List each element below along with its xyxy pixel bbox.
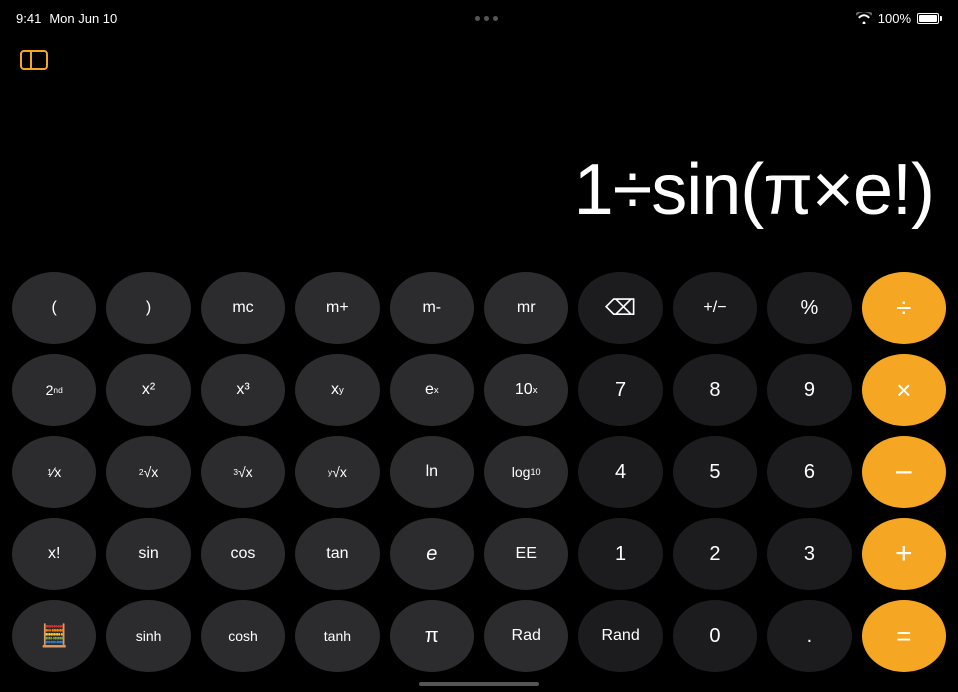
seven-button[interactable]: 7 <box>578 354 662 426</box>
sinh-button[interactable]: sinh <box>106 600 190 672</box>
factorial-button[interactable]: x! <box>12 518 96 590</box>
cosh-button[interactable]: cosh <box>201 600 285 672</box>
equals-button[interactable]: = <box>862 600 946 672</box>
x-squared-button[interactable]: x² <box>106 354 190 426</box>
button-row-3: 1⁄x 2√x 3√x y√x ln log10 4 5 6 − <box>12 436 946 508</box>
mr-button[interactable]: mr <box>484 272 568 344</box>
plus-minus-button[interactable]: +/− <box>673 272 757 344</box>
dot-3 <box>493 16 498 21</box>
time: 9:41 <box>16 11 41 26</box>
tan-button[interactable]: tan <box>295 518 379 590</box>
backspace-button[interactable]: ⌫ <box>578 272 662 344</box>
home-indicator <box>419 682 539 686</box>
display-expression: 1÷sin(π×e!) <box>574 151 934 230</box>
nine-button[interactable]: 9 <box>767 354 851 426</box>
dot-2 <box>484 16 489 21</box>
eight-button[interactable]: 8 <box>673 354 757 426</box>
cos-button[interactable]: cos <box>201 518 285 590</box>
tanh-button[interactable]: tanh <box>295 600 379 672</box>
divide-button[interactable]: ÷ <box>862 272 946 344</box>
four-button[interactable]: 4 <box>578 436 662 508</box>
pi-button[interactable]: π <box>390 600 474 672</box>
ten-to-x-button[interactable]: 10x <box>484 354 568 426</box>
percent-button[interactable]: % <box>767 272 851 344</box>
add-button[interactable]: + <box>862 518 946 590</box>
button-row-2: 2nd x² x³ xy ex 10x 7 8 9 × <box>12 354 946 426</box>
two-button[interactable]: 2 <box>673 518 757 590</box>
calculator-display: 1÷sin(π×e!) <box>0 36 958 246</box>
dot-1 <box>475 16 480 21</box>
status-center <box>475 16 498 21</box>
rand-button[interactable]: Rand <box>578 600 662 672</box>
three-button[interactable]: 3 <box>767 518 851 590</box>
status-left: 9:41 Mon Jun 10 <box>16 11 117 26</box>
x-to-y-button[interactable]: xy <box>295 354 379 426</box>
e-to-x-button[interactable]: ex <box>390 354 474 426</box>
button-row-4: x! sin cos tan e EE 1 2 3 + <box>12 518 946 590</box>
log10-button[interactable]: log10 <box>484 436 568 508</box>
zero-button[interactable]: 0 <box>673 600 757 672</box>
euler-button[interactable]: e <box>390 518 474 590</box>
battery-icon <box>917 13 942 24</box>
ee-button[interactable]: EE <box>484 518 568 590</box>
battery-percent: 100% <box>878 11 911 26</box>
decimal-button[interactable]: . <box>767 600 851 672</box>
date: Mon Jun 10 <box>49 11 117 26</box>
wifi-icon <box>856 12 872 24</box>
calculator-grid: ( ) mc m+ m- mr ⌫ +/− % ÷ 2nd x² x³ xy e… <box>0 272 958 672</box>
ln-button[interactable]: ln <box>390 436 474 508</box>
sqrt-y-button[interactable]: y√x <box>295 436 379 508</box>
basic-calc-button[interactable]: 🧮 <box>12 600 96 672</box>
subtract-button[interactable]: − <box>862 436 946 508</box>
m-plus-button[interactable]: m+ <box>295 272 379 344</box>
sqrt-2-button[interactable]: 2√x <box>106 436 190 508</box>
open-paren-button[interactable]: ( <box>12 272 96 344</box>
one-button[interactable]: 1 <box>578 518 662 590</box>
status-right: 100% <box>856 11 942 26</box>
sqrt-3-button[interactable]: 3√x <box>201 436 285 508</box>
multiply-button[interactable]: × <box>862 354 946 426</box>
one-over-x-button[interactable]: 1⁄x <box>12 436 96 508</box>
x-cubed-button[interactable]: x³ <box>201 354 285 426</box>
button-row-5: 🧮 sinh cosh tanh π Rad Rand 0 . = <box>12 600 946 672</box>
mc-button[interactable]: mc <box>201 272 285 344</box>
six-button[interactable]: 6 <box>767 436 851 508</box>
second-button[interactable]: 2nd <box>12 354 96 426</box>
button-row-1: ( ) mc m+ m- mr ⌫ +/− % ÷ <box>12 272 946 344</box>
status-bar: 9:41 Mon Jun 10 100% <box>0 0 958 36</box>
rad-button[interactable]: Rad <box>484 600 568 672</box>
five-button[interactable]: 5 <box>673 436 757 508</box>
close-paren-button[interactable]: ) <box>106 272 190 344</box>
m-minus-button[interactable]: m- <box>390 272 474 344</box>
sin-button[interactable]: sin <box>106 518 190 590</box>
